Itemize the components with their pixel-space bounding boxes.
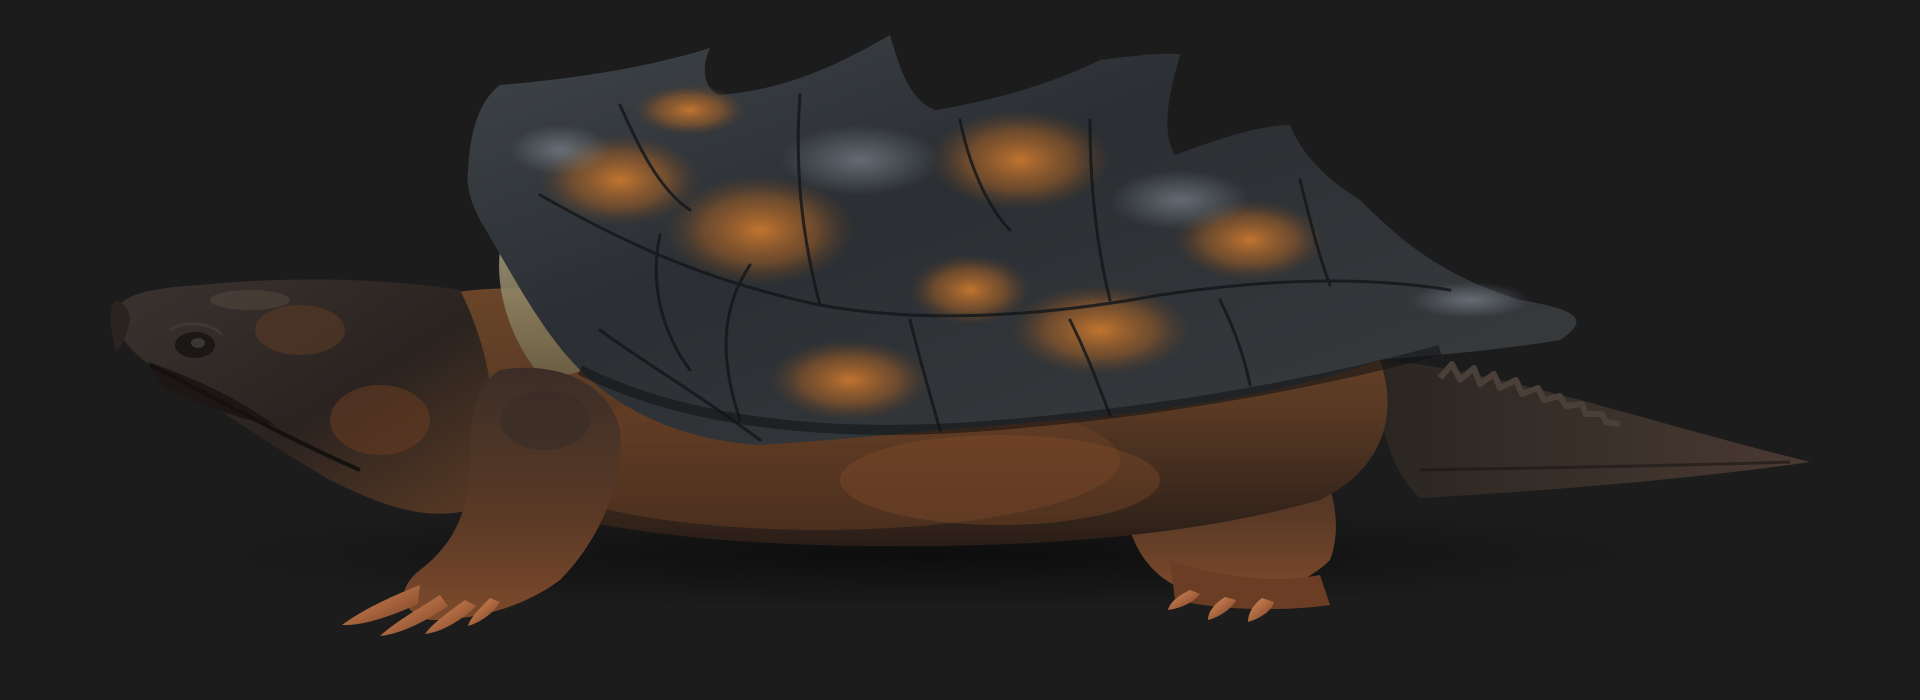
head — [110, 279, 494, 514]
render-stage — [0, 0, 1920, 700]
turtle-render — [110, 35, 1810, 636]
tail — [1379, 360, 1810, 498]
